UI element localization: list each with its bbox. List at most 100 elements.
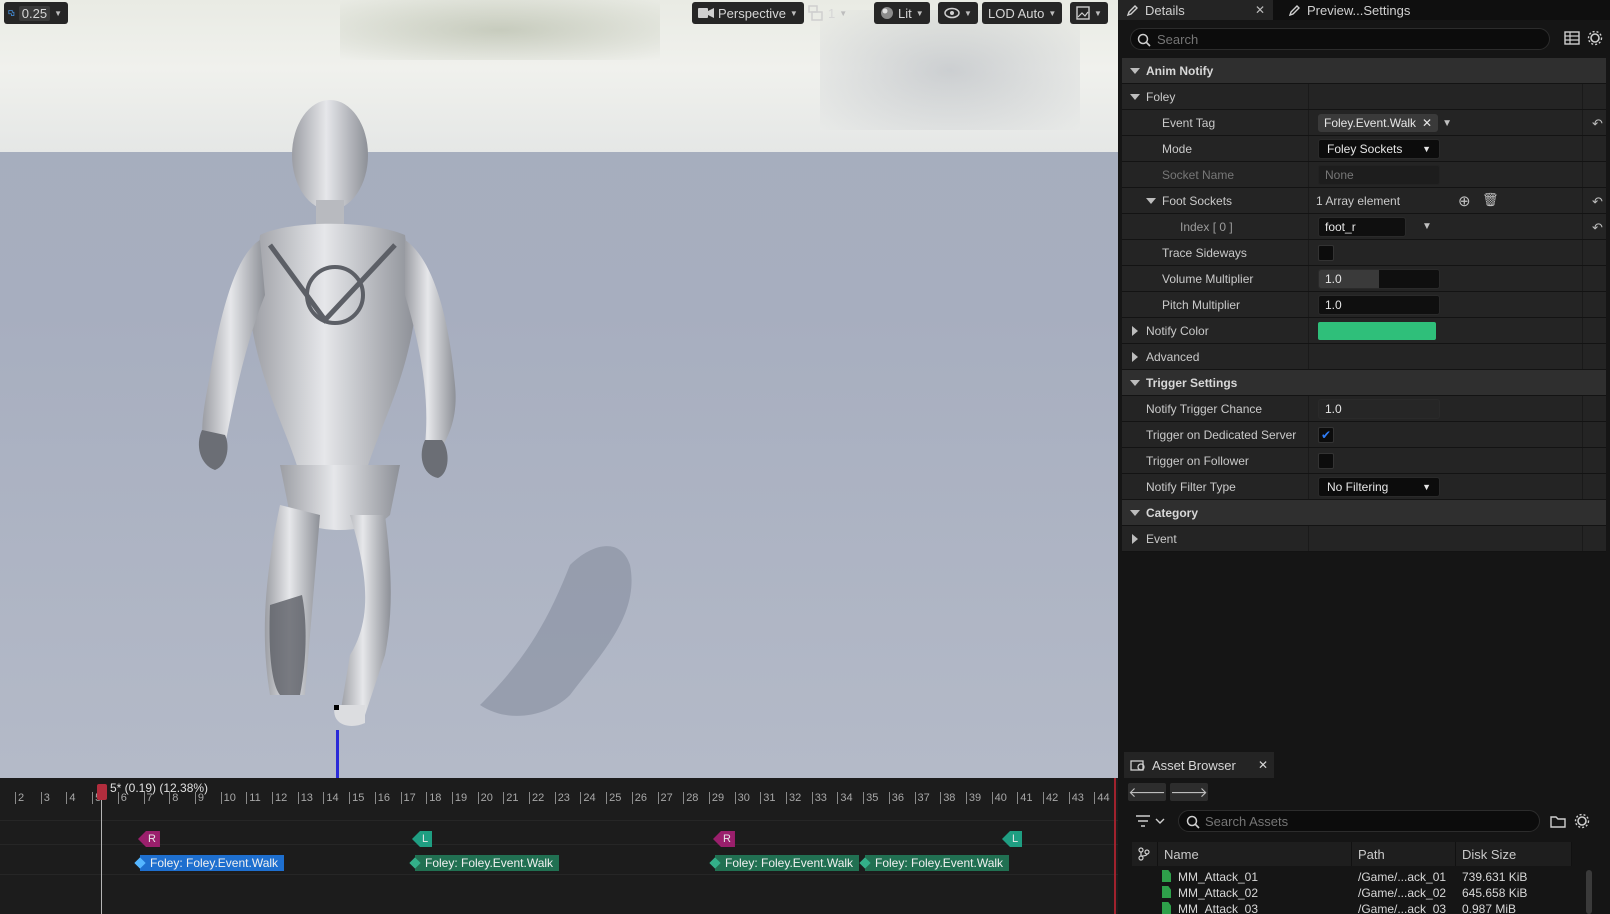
mode-dropdown[interactable]: Foley Sockets ▼: [1318, 139, 1440, 159]
expand-arrow-icon: [1132, 533, 1138, 544]
lod-button[interactable]: LOD Auto ▼: [982, 2, 1063, 24]
ruler-tick: [477, 792, 479, 804]
notify-event[interactable]: Foley: Foley.Event.Walk: [859, 855, 1010, 871]
ruler-tick: [734, 792, 736, 804]
view-mode-button[interactable]: Lit ▼: [874, 2, 930, 24]
trash-icon[interactable]: 🗑: [1482, 192, 1499, 208]
details-tab-bar: Details ✕ Preview...Settings: [1118, 0, 1610, 20]
camera-mode-button[interactable]: Perspective ▼: [692, 2, 804, 24]
asset-search-input[interactable]: [1205, 814, 1525, 829]
ruler-tick-label: 13: [300, 792, 313, 804]
ruler-tick: [40, 792, 42, 804]
table-row[interactable]: MM_Attack_01 /Game/...ack_01 739.631 KiB: [1132, 869, 1582, 885]
ruler-tick-label: 43: [1071, 792, 1084, 804]
trigger-chance-value: 1.0: [1325, 402, 1342, 416]
table-row[interactable]: MM_Attack_03 /Game/...ack_03 0.987 MiB: [1132, 901, 1582, 914]
chevron-down-icon: ▼: [789, 8, 798, 18]
asset-name: MM_Attack_01: [1178, 870, 1259, 884]
screen-settings-button[interactable]: ▼: [1070, 2, 1108, 24]
event-tag-pill[interactable]: Foley.Event.Walk ✕: [1318, 114, 1439, 132]
layout-count: 1: [828, 5, 836, 21]
ruler-tick: [940, 792, 942, 804]
volume-multiplier-field[interactable]: 1.0: [1318, 269, 1440, 289]
column-path[interactable]: Path: [1352, 842, 1456, 866]
folder-icon[interactable]: [1550, 814, 1566, 828]
prop-advanced[interactable]: Advanced: [1122, 344, 1606, 370]
playhead-frame-label: 5* (0.19) (12.38%): [110, 781, 209, 795]
source-control-column[interactable]: [1132, 842, 1158, 866]
prop-notify-color[interactable]: Notify Color: [1122, 318, 1606, 344]
reset-to-default-icon[interactable]: ↶: [1592, 194, 1603, 210]
prop-foot-sockets[interactable]: Foot Sockets 1 Array element ⊕ 🗑 ↶: [1122, 188, 1606, 214]
table-row[interactable]: MM_Attack_02 /Game/...ack_02 645.658 KiB: [1132, 885, 1582, 901]
column-name[interactable]: Name: [1158, 842, 1352, 866]
category-anim-notify[interactable]: Anim Notify: [1122, 58, 1606, 84]
ruler-tick-label: 14: [326, 792, 339, 804]
search-icon: [1186, 815, 1200, 829]
group-foley[interactable]: Foley: [1122, 84, 1606, 110]
reset-to-default-icon[interactable]: ↶: [1592, 220, 1603, 236]
playhead-handle[interactable]: [97, 784, 107, 800]
array-count: 1 Array element: [1316, 193, 1401, 208]
show-flags-button[interactable]: ▼: [938, 2, 978, 24]
chevron-down-icon[interactable]: ▼: [1442, 118, 1452, 129]
remove-tag-icon[interactable]: ✕: [1422, 116, 1432, 130]
prop-event[interactable]: Event: [1122, 526, 1606, 552]
ruler-tick-label: 41: [1020, 792, 1033, 804]
trace-sideways-checkbox[interactable]: [1318, 245, 1334, 261]
category-category[interactable]: Category: [1122, 500, 1606, 526]
prop-volume-multiplier: Volume Multiplier 1.0: [1122, 266, 1606, 292]
scrollbar[interactable]: [1586, 870, 1592, 914]
prop-label: Foot Sockets: [1162, 193, 1233, 208]
trigger-follower-checkbox[interactable]: [1318, 453, 1334, 469]
ruler-tick-label: 27: [660, 792, 673, 804]
socket-index-field[interactable]: foot_r: [1318, 217, 1406, 237]
chevron-down-icon: ▼: [964, 8, 972, 18]
gear-icon[interactable]: [1574, 813, 1590, 829]
collapse-arrow-icon: [1130, 93, 1140, 100]
trigger-chance-field[interactable]: 1.0: [1318, 399, 1440, 419]
details-search-box[interactable]: [1130, 28, 1550, 50]
filter-icon[interactable]: [1136, 814, 1166, 828]
animation-viewport[interactable]: 0.25 ▼ Perspective ▼ 1 ▼ Lit ▼ ▼ LOD Aut…: [0, 0, 1118, 778]
ruler-tick-label: 10: [223, 792, 236, 804]
dedicated-server-checkbox[interactable]: ✔: [1318, 427, 1334, 443]
asset-path: /Game/...ack_03: [1358, 902, 1447, 914]
filter-type-dropdown[interactable]: No Filtering ▼: [1318, 477, 1440, 497]
notify-timeline[interactable]: 2345678910111213141516171819202122232425…: [0, 778, 1118, 914]
reset-to-default-icon[interactable]: ↶: [1592, 116, 1603, 132]
notify-event[interactable]: Foley: Foley.Event.Walk: [709, 855, 860, 871]
table-view-icon[interactable]: [1564, 30, 1580, 46]
tab-label: Details: [1145, 2, 1185, 18]
close-icon[interactable]: ✕: [1258, 758, 1268, 772]
pitch-multiplier-field[interactable]: 1.0: [1318, 295, 1440, 315]
layout-button[interactable]: 1 ▼: [802, 2, 853, 24]
forward-button[interactable]: 🡒: [1170, 783, 1208, 801]
ruler-tick: [914, 792, 916, 804]
gear-icon[interactable]: [1587, 30, 1603, 46]
category-trigger-settings[interactable]: Trigger Settings: [1122, 370, 1606, 396]
back-button[interactable]: 🡐: [1128, 783, 1166, 801]
asset-search-box[interactable]: [1178, 810, 1540, 832]
notify-event[interactable]: Foley: Foley.Event.Walk: [409, 855, 560, 871]
ruler-tick: [349, 792, 351, 804]
ruler-tick: [965, 792, 967, 804]
details-search-input[interactable]: [1157, 31, 1537, 47]
close-icon[interactable]: ✕: [1255, 3, 1265, 17]
tab-preview-settings[interactable]: Preview...Settings: [1280, 0, 1480, 20]
tab-details[interactable]: Details ✕: [1118, 0, 1273, 20]
ruler-tick-label: 19: [454, 792, 468, 804]
notify-color-swatch[interactable]: [1318, 322, 1436, 340]
pencil-icon: [1126, 4, 1138, 16]
speed-button[interactable]: 0.25 ▼: [4, 2, 68, 24]
add-element-icon[interactable]: ⊕: [1458, 192, 1471, 210]
notify-event[interactable]: Foley: Foley.Event.Walk: [134, 855, 285, 871]
tab-asset-browser[interactable]: Asset Browser ✕: [1124, 752, 1274, 778]
property-list: Anim Notify Foley Event Tag Foley.Event.…: [1122, 58, 1606, 552]
details-search-row: [1118, 24, 1610, 54]
ruler-tick: [554, 792, 556, 804]
ruler-tick-label: 2: [18, 792, 25, 804]
column-disk-size[interactable]: Disk Size: [1456, 842, 1572, 866]
chevron-down-icon[interactable]: ▼: [1422, 221, 1432, 232]
prop-trigger-dedicated-server: Trigger on Dedicated Server ✔: [1122, 422, 1606, 448]
